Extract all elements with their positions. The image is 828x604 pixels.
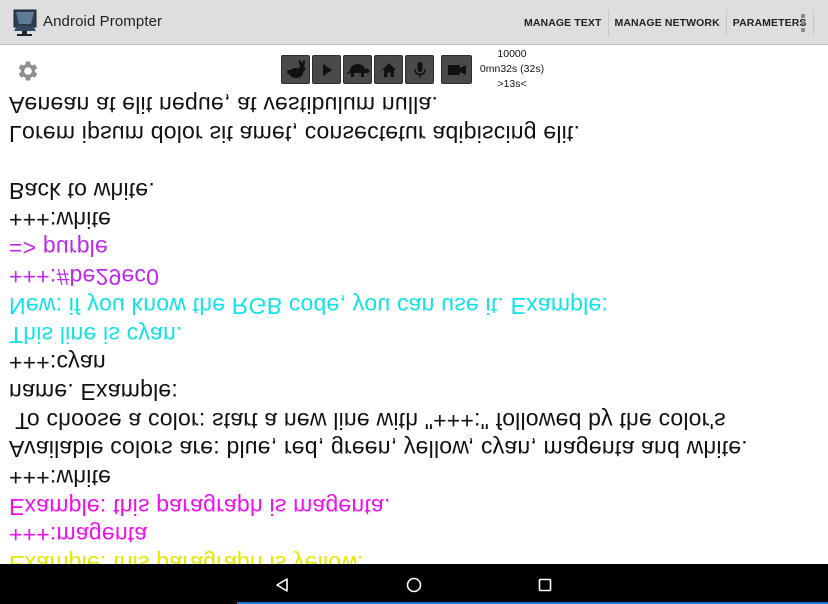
prompter-line: +++:magenta: [9, 522, 148, 549]
menu-manage-network-label: MANAGE NETWORK: [614, 16, 720, 29]
rabbit-icon: [286, 59, 305, 78]
prompter-line: New: if you know the RGB code, you can u…: [9, 292, 609, 319]
video-camera-icon: [447, 64, 466, 75]
turtle-icon: [345, 63, 369, 77]
prompter-line: To choose a color: start a new line with…: [9, 407, 726, 434]
gear-icon[interactable]: [15, 58, 41, 84]
speed-up-button[interactable]: [281, 55, 310, 84]
prompter-line: Example: this paragraph is yellow.: [9, 550, 364, 564]
prompter-line: +++:white: [9, 465, 112, 492]
prompter-line: name. Example:: [9, 379, 178, 405]
back-button[interactable]: [269, 572, 295, 598]
menu-manage-text-label: MANAGE TEXT: [524, 16, 602, 29]
prompter-line: Example: this paragraph is magenta.: [9, 493, 391, 520]
prompter-line: +++:cyan: [9, 350, 106, 377]
recents-square-icon: [538, 578, 552, 592]
menu-manage-text[interactable]: MANAGE TEXT: [518, 0, 608, 45]
prompter-line: Available colors are: blue, red, green, …: [9, 436, 748, 463]
remaining-value: >13s<: [497, 78, 527, 90]
prompter-line: Aenean at elit neque, at vestibulum null…: [9, 92, 439, 118]
play-icon: [322, 63, 332, 76]
slow-down-button[interactable]: [343, 55, 372, 84]
action-bar: Android Prompter MANAGE TEXT MANAGE NETW…: [0, 0, 828, 45]
prompter-line: +++:#be29ec0: [9, 264, 160, 291]
mirrored-text: Aenean at elit neque, at vestibulum null…: [0, 91, 828, 564]
camera-button[interactable]: [441, 55, 472, 84]
overflow-menu-icon[interactable]: [793, 12, 813, 34]
navigation-bar: [0, 564, 828, 604]
home-nav-button[interactable]: [401, 572, 427, 598]
overflow-dot: [801, 21, 805, 25]
speed-value: 10000: [497, 48, 527, 60]
prompter-line: Back to white.: [9, 178, 155, 205]
overflow-dot: [801, 14, 805, 18]
back-triangle-icon: [276, 578, 288, 592]
prompter-line: This line is cyan.: [9, 321, 183, 348]
menu-manage-network[interactable]: MANAGE NETWORK: [609, 0, 726, 45]
prompter-line: => purple: [9, 235, 108, 262]
home-circle-icon: [406, 577, 422, 593]
teleprompter-icon[interactable]: [11, 9, 38, 37]
playback-stats: 10000 0mn32s (32s) >13s<: [470, 47, 554, 92]
overflow-dot: [801, 28, 805, 32]
android-prompter-app: Android Prompter MANAGE TEXT MANAGE NETW…: [0, 0, 828, 604]
prompter-line: Lorem ipsum dolor sit amet, consectetur …: [9, 120, 581, 147]
recents-button[interactable]: [532, 572, 558, 598]
home-button[interactable]: [374, 55, 403, 84]
home-icon: [381, 62, 396, 77]
app-title: Android Prompter: [43, 13, 163, 30]
microphone-button[interactable]: [405, 55, 434, 84]
play-button[interactable]: [312, 55, 341, 84]
prompter-text-area[interactable]: Aenean at elit neque, at vestibulum null…: [0, 91, 828, 564]
duration-value: 0mn32s (32s): [479, 63, 545, 75]
action-menu: MANAGE TEXT MANAGE NETWORK PARAMETERS: [518, 0, 814, 45]
prompter-line: +++:white: [9, 206, 112, 233]
microphone-icon: [413, 61, 426, 77]
